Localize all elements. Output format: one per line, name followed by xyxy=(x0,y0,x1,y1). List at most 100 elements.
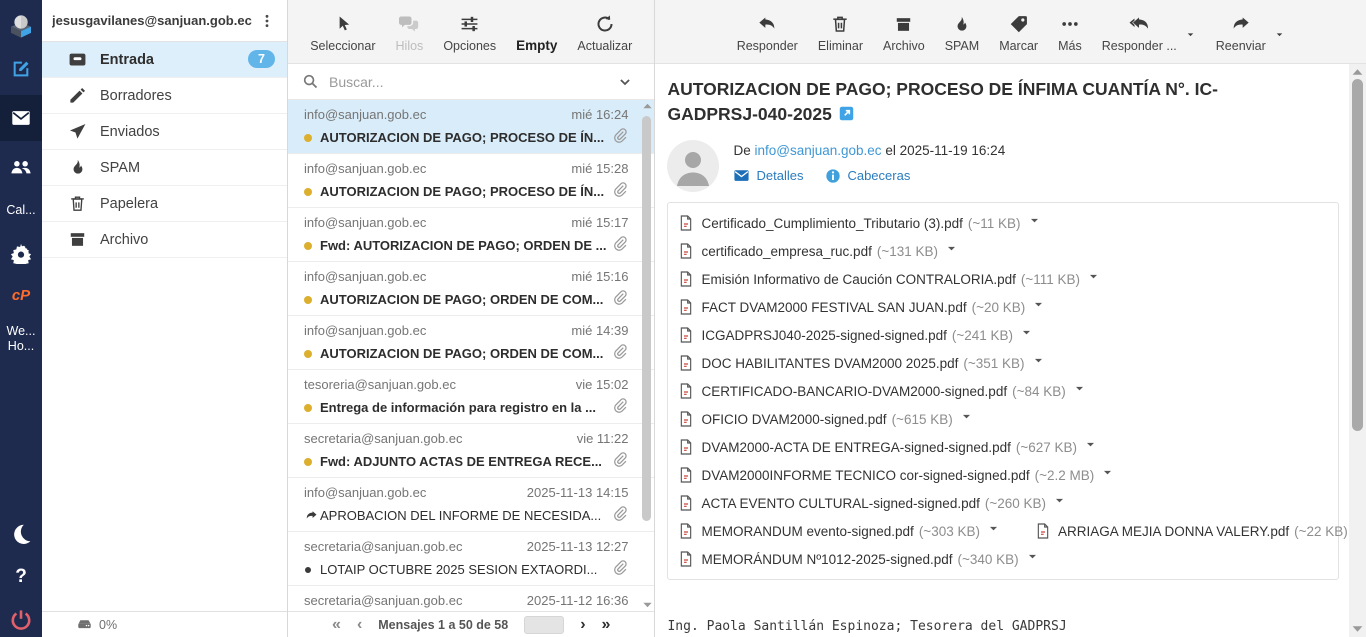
attachment-item[interactable]: CERTIFICADO-BANCARIO-DVAM2000-signed.pdf… xyxy=(678,382,1092,400)
folder-item-borradores[interactable]: Borradores xyxy=(42,78,287,114)
scroll-down-icon[interactable] xyxy=(641,601,653,609)
seleccionar-button[interactable]: Seleccionar xyxy=(310,11,375,53)
attachment-item[interactable]: OFICIO DVAM2000-signed.pdf(~615 KB) xyxy=(678,410,979,428)
attachment-item[interactable]: MEMORANDUM evento-signed.pdf(~303 KB) xyxy=(678,522,1007,540)
hilos-button[interactable]: Hilos xyxy=(396,11,424,53)
archivo-button[interactable]: Archivo xyxy=(883,11,925,53)
dark-mode-button[interactable] xyxy=(0,517,42,551)
message-sender: info@sanjuan.gob.ec xyxy=(304,323,426,338)
caret-down-icon xyxy=(1032,354,1045,367)
sender-email-link[interactable]: info@sanjuan.gob.ec xyxy=(755,143,882,158)
scroll-down-icon[interactable] xyxy=(1351,624,1364,634)
empty-button[interactable]: Empty xyxy=(516,11,557,53)
reenviar-button[interactable]: Reenviar xyxy=(1216,11,1266,53)
message-list-item[interactable]: info@sanjuan.gob.ecmié 15:17Fwd: AUTORIZ… xyxy=(288,208,654,262)
mail-button[interactable] xyxy=(0,95,42,141)
refresh-icon xyxy=(595,14,615,34)
attachment-name: ACTA EVENTO CULTURAL-signed-signed.pdf xyxy=(701,496,979,511)
mail-icon xyxy=(10,107,32,129)
caret-down-icon xyxy=(1073,382,1086,395)
scrollbar-thumb[interactable] xyxy=(1352,79,1363,431)
from-line: De info@sanjuan.gob.ec el 2025-11-19 16:… xyxy=(733,143,1005,158)
responder-button[interactable]: Responder xyxy=(737,11,798,53)
attachment-item[interactable]: ICGADPRSJ040-2025-signed-signed.pdf(~241… xyxy=(678,326,1040,344)
kebab-menu-icon[interactable] xyxy=(255,11,279,31)
attachment-name: CERTIFICADO-BANCARIO-DVAM2000-signed.pdf xyxy=(701,384,1007,399)
list-scrollbar[interactable] xyxy=(641,102,653,609)
calendar-button[interactable]: Cal... xyxy=(0,193,42,227)
attachment-item[interactable]: DOC HABILITANTES DVAM2000 2025.pdf(~351 … xyxy=(678,354,1051,372)
message-rows: info@sanjuan.gob.ecmié 16:24AUTORIZACION… xyxy=(288,100,654,611)
contacts-button[interactable] xyxy=(0,150,42,184)
responder-button[interactable]: Responder ... xyxy=(1102,11,1177,53)
next-page-button[interactable]: › xyxy=(580,617,585,633)
attachment-item[interactable]: Certificado_Cumplimiento_Tributario (3).… xyxy=(678,214,1047,232)
attachment-item[interactable]: FACT DVAM2000 FESTIVAL SAN JUAN.pdf(~20 … xyxy=(678,298,1052,316)
attachment-item[interactable]: DVAM2000-ACTA DE ENTREGA-signed-signed.p… xyxy=(678,438,1104,456)
message-list-item[interactable]: info@sanjuan.gob.ecmié 14:39AUTORIZACION… xyxy=(288,316,654,370)
attachment-item[interactable]: ARRIAGA MEJIA DONNA VALERY.pdf(~22 KB) xyxy=(1035,522,1349,540)
dropdown-caret-icon[interactable] xyxy=(1185,29,1196,40)
open-in-new-window-icon[interactable] xyxy=(838,105,855,122)
archive-icon xyxy=(68,230,87,249)
folder-item-enviados[interactable]: Enviados xyxy=(42,114,287,150)
attachment-name: DOC HABILITANTES DVAM2000 2025.pdf xyxy=(701,356,958,371)
pagination-text: Mensajes 1 a 50 de 58 xyxy=(378,618,508,632)
folder-item-entrada[interactable]: Entrada7 xyxy=(42,42,287,78)
folder-item-papelera[interactable]: Papelera xyxy=(42,186,287,222)
attachment-item[interactable]: Emisión Informativo de Caución CONTRALOR… xyxy=(678,270,1107,288)
attachment-size: (~111 KB) xyxy=(1021,272,1080,287)
scroll-up-icon[interactable] xyxy=(641,102,653,110)
prev-page-button[interactable]: ‹ xyxy=(357,617,362,633)
search-input[interactable] xyxy=(329,74,618,90)
page-number-input[interactable] xyxy=(524,616,564,634)
message-list-item[interactable]: secretaria@sanjuan.gob.ecvie 11:22Fwd: A… xyxy=(288,424,654,478)
message-list-item[interactable]: info@sanjuan.gob.ec2025-11-13 14:15APROB… xyxy=(288,478,654,532)
message-time: vie 15:02 xyxy=(576,377,629,392)
webmail-home-button[interactable]: We...Ho... xyxy=(0,322,42,356)
spam-button[interactable]: SPAM xyxy=(945,11,980,53)
attachment-item[interactable]: DVAM2000INFORME TECNICO cor-signed-signe… xyxy=(678,466,1121,484)
attachment-row: DVAM2000INFORME TECNICO cor-signed-signe… xyxy=(678,461,1328,489)
paperclip-icon xyxy=(612,181,628,197)
marcar-button[interactable]: Marcar xyxy=(999,11,1038,53)
headers-link[interactable]: Cabeceras xyxy=(825,168,910,184)
help-button[interactable]: ? xyxy=(0,560,42,594)
folder-list: Entrada7BorradoresEnviadosSPAMPapelera Ar… xyxy=(42,42,287,258)
eliminar-button[interactable]: Eliminar xyxy=(818,11,863,53)
message-subject-preview: AUTORIZACION DE PAGO; PROCESO DE ÍN... xyxy=(320,130,606,145)
message-list-item[interactable]: tesoreria@sanjuan.gob.ecvie 15:02Entrega… xyxy=(288,370,654,424)
content-scrollbar[interactable] xyxy=(1349,64,1366,637)
opciones-button[interactable]: Opciones xyxy=(443,11,496,53)
attachment-item[interactable]: MEMORÁNDUM Nº1012-2025-signed.pdf(~340 K… xyxy=(678,550,1045,568)
dropdown-caret-icon[interactable] xyxy=(1274,29,1285,40)
search-options-chevron-icon[interactable] xyxy=(618,75,632,89)
logout-button[interactable] xyxy=(0,603,42,637)
attachment-item[interactable]: ACTA EVENTO CULTURAL-signed-signed.pdf(~… xyxy=(678,494,1073,512)
attachment-size: (~241 KB) xyxy=(952,328,1013,343)
message-list-item[interactable]: secretaria@sanjuan.gob.ec2025-11-12 16:3… xyxy=(288,586,654,611)
forward-marker-icon xyxy=(304,509,319,522)
last-page-button[interactable]: » xyxy=(602,617,611,633)
message-subject-preview: Entrega de información para registro en … xyxy=(320,400,606,415)
first-page-button[interactable]: « xyxy=(332,617,341,633)
folder-item-spam[interactable]: SPAM xyxy=(42,150,287,186)
message-list-item[interactable]: info@sanjuan.gob.ecmié 16:24AUTORIZACION… xyxy=(288,100,654,154)
scroll-up-icon[interactable] xyxy=(1351,67,1364,77)
attachment-list: Certificado_Cumplimiento_Tributario (3).… xyxy=(667,202,1339,580)
folder-label: Archivo xyxy=(100,232,148,248)
m-s-button[interactable]: Más xyxy=(1058,11,1082,53)
settings-button[interactable] xyxy=(0,236,42,270)
details-link[interactable]: Detalles xyxy=(733,167,803,184)
cpanel-button[interactable]: cP xyxy=(0,279,42,313)
moon-icon xyxy=(9,522,33,546)
message-time: 2025-11-13 14:15 xyxy=(527,485,629,500)
message-list-item[interactable]: info@sanjuan.gob.ecmié 15:16AUTORIZACION… xyxy=(288,262,654,316)
scrollbar-thumb[interactable] xyxy=(642,116,651,521)
compose-button[interactable] xyxy=(0,52,42,86)
folder-item-archivo[interactable]: Archivo xyxy=(42,222,287,258)
attachment-item[interactable]: certificado_empresa_ruc.pdf(~131 KB) xyxy=(678,242,965,260)
actualizar-button[interactable]: Actualizar xyxy=(577,11,632,53)
message-list-item[interactable]: info@sanjuan.gob.ecmié 15:28AUTORIZACION… xyxy=(288,154,654,208)
message-list-item[interactable]: secretaria@sanjuan.gob.ec2025-11-13 12:2… xyxy=(288,532,654,586)
